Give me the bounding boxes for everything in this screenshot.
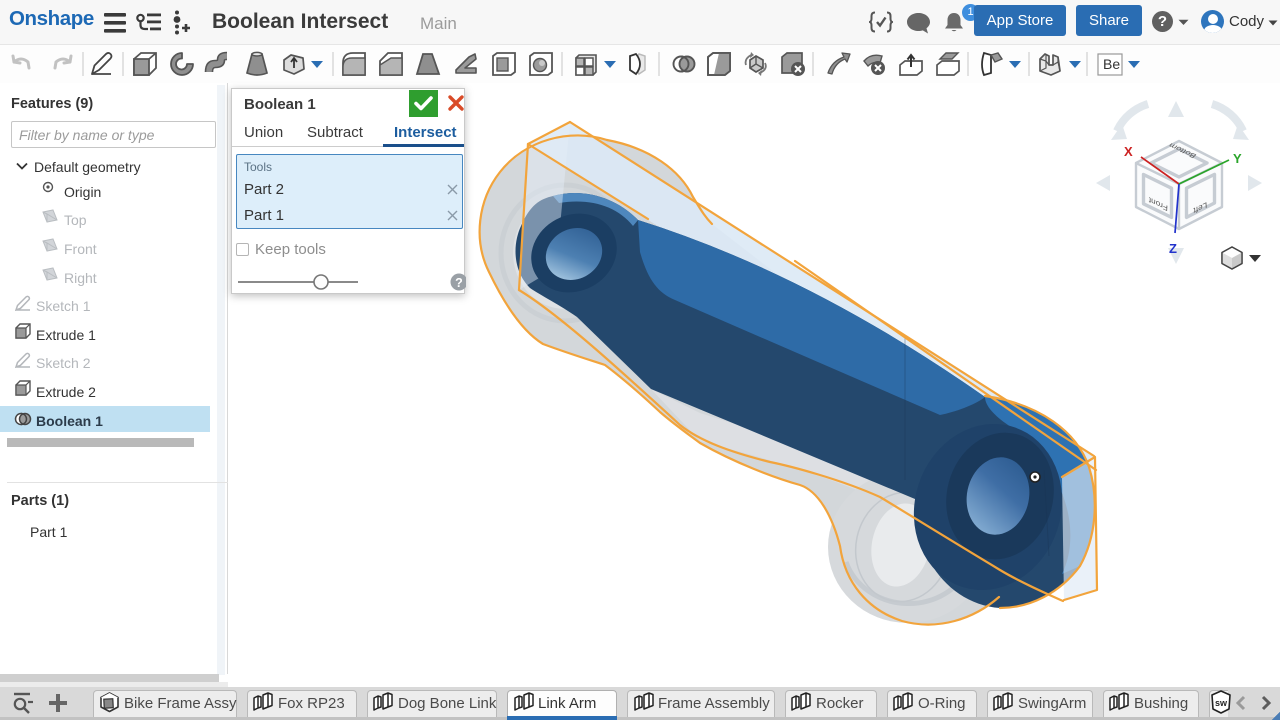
svg-text:Z: Z [1169, 241, 1177, 256]
svg-text:Y: Y [1233, 151, 1242, 166]
svg-text:sw: sw [1215, 698, 1228, 708]
svg-text:?: ? [455, 276, 463, 290]
svg-text:Be: Be [1103, 56, 1120, 72]
svg-text:X: X [1124, 144, 1133, 159]
